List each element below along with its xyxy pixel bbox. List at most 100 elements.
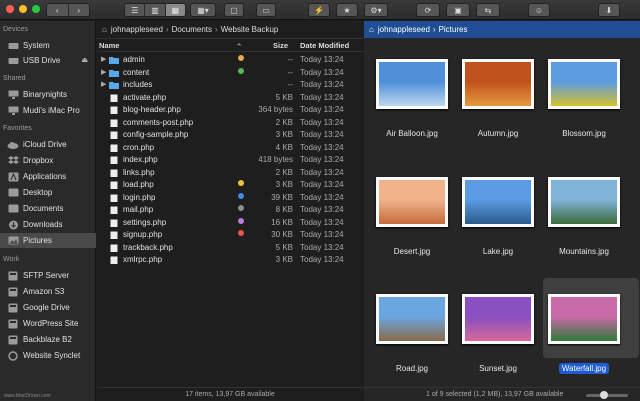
image-thumbnail[interactable] [548,177,620,233]
image-thumbnail[interactable] [462,177,534,233]
sidebar-item-amazon-s3[interactable]: Amazon S3 [0,284,96,299]
image-label[interactable]: Desert.jpg [362,247,462,256]
column-date-header[interactable]: Date Modified [300,41,349,50]
favorite-button[interactable]: ★ [336,3,358,17]
terminal-button[interactable]: ▣ [446,3,470,17]
sidebar-item-backblaze-b2[interactable]: Backblaze B2 [0,332,96,347]
sidebar-item-label: Documents [23,204,64,213]
column-view-button[interactable]: ▥ [145,4,166,16]
zoom-window-button[interactable] [32,5,40,13]
get-info-button[interactable]: ▭ [256,3,276,17]
image-label[interactable]: Mountains.jpg [534,247,634,256]
sidebar-item-website-synclet[interactable]: Website Synclet [0,348,96,363]
sidebar-item-sftp-server[interactable]: SFTP Server [0,268,96,283]
table-row[interactable]: xmlrpc.php 3 KB Today 13:24 [97,254,363,267]
disclosure-triangle-icon[interactable]: ▶ [101,68,106,76]
sidebar-item-downloads[interactable]: Downloads [0,217,96,232]
table-row[interactable]: signup.php 30 KB Today 13:24 [97,229,363,242]
sidebar-item-pictures[interactable]: Pictures [0,233,96,248]
sidebar-item-desktop[interactable]: Desktop [0,185,96,200]
sidebar-item-system[interactable]: System [0,38,96,53]
image-thumbnail[interactable] [376,294,448,350]
sidebar-item-applications[interactable]: Applications [0,169,96,184]
sidebar-item-documents[interactable]: Documents [0,201,96,216]
image-label[interactable]: Lake.jpg [448,247,548,256]
breadcrumb-item[interactable]: Pictures [439,25,468,34]
file-size: 2 KB [275,117,293,127]
table-row[interactable]: links.php 2 KB Today 13:24 [97,167,363,180]
column-view-icon: ▥ [151,5,159,15]
quick-action-button[interactable]: ⚡ [308,3,330,17]
file-name: links.php [123,167,155,177]
table-row[interactable]: login.php 39 KB Today 13:24 [97,192,363,205]
image-label[interactable]: Air Balloon.jpg [362,129,462,138]
connect-button[interactable]: ⇆ [476,3,500,17]
sidebar-item-binarynights[interactable]: Binarynights [0,87,96,102]
sidebar-item-google-drive[interactable]: Google Drive [0,300,96,315]
forward-button[interactable]: › [68,4,89,16]
chevron-right-icon: › [432,25,436,34]
photo-preview [548,177,620,227]
breadcrumb-item[interactable]: johnappleseed [111,25,163,34]
file-name: config-sample.php [123,130,189,139]
left-file-pane[interactable]: ⌂ johnappleseed › Documents › Website Ba… [97,21,363,401]
image-thumbnail[interactable] [548,294,620,350]
breadcrumb-item[interactable]: Website Backup [221,25,279,34]
table-row[interactable]: ▶ includes -- Today 13:24 [97,79,363,92]
icon-view-button[interactable]: ▦ [165,4,185,16]
table-row[interactable]: ▶ content -- Today 13:24 [97,67,363,80]
close-window-button[interactable] [6,5,14,13]
sidebar: Devices System USB Drive ⏏ Shared Binary… [0,21,96,401]
table-row[interactable]: settings.php 16 KB Today 13:24 [97,217,363,230]
disclosure-triangle-icon[interactable]: ▶ [101,55,106,63]
eject-icon[interactable]: ⏏ [81,56,88,64]
right-icon-pane[interactable]: ⌂ johnappleseed › Pictures Air Balloon.j… [364,21,640,401]
emoji-button[interactable]: ☺ [528,3,550,17]
image-thumbnail[interactable] [462,59,534,115]
table-row[interactable]: blog-header.php 364 bytes Today 13:24 [97,104,363,117]
icon-size-slider[interactable] [586,391,628,399]
list-view-button[interactable]: ☰ [125,4,146,16]
table-row[interactable]: index.php 418 bytes Today 13:24 [97,154,363,167]
server-icon [7,319,19,329]
table-row[interactable]: cron.php 4 KB Today 13:24 [97,142,363,155]
image-label[interactable]: Sunset.jpg [448,364,548,373]
breadcrumb-item[interactable]: Documents [172,25,212,34]
image-thumbnail[interactable] [376,59,448,115]
table-row[interactable]: trackback.php 5 KB Today 13:24 [97,242,363,255]
minimize-window-button[interactable] [19,5,27,13]
table-row[interactable]: mail.php 8 KB Today 13:24 [97,204,363,217]
sidebar-item-mudis-imac-pro[interactable]: Mudi's iMac Pro [0,103,96,118]
column-name-header[interactable]: Name [99,41,119,50]
arrange-menu-button[interactable]: ▦▾ [190,3,216,17]
table-row[interactable]: ▶ admin -- Today 13:24 [97,54,363,67]
slider-knob[interactable] [600,391,608,399]
toolbar: ‹ › ☰ ▥ ▦ ▦▾ ▢ ▭ ⚡ ★ ⚙▾ ⟳ ▣ ⇆ ☺ ⬇ [0,0,640,20]
back-button[interactable]: ‹ [47,4,69,16]
column-size-header[interactable]: Size [273,41,288,50]
image-thumbnail[interactable] [462,294,534,350]
sidebar-item-dropbox[interactable]: Dropbox [0,153,96,168]
sidebar-item-icloud-drive[interactable]: iCloud Drive [0,137,96,152]
image-label[interactable]: Road.jpg [362,364,462,373]
star-icon: ★ [343,5,351,15]
sidebar-item-usb-drive[interactable]: USB Drive ⏏ [0,53,96,68]
image-label[interactable]: Waterfall.jpg [534,363,634,374]
sidebar-item-wordpress-site[interactable]: WordPress Site [0,316,96,331]
action-button[interactable]: ▢ [224,3,244,17]
download-button[interactable]: ⬇ [598,3,620,17]
table-row[interactable]: config-sample.php 3 KB Today 13:24 [97,129,363,142]
image-label[interactable]: Blossom.jpg [534,129,634,138]
breadcrumb-item[interactable]: johnappleseed [378,25,430,34]
settings-menu-button[interactable]: ⚙▾ [364,3,388,17]
table-row[interactable]: load.php 3 KB Today 13:24 [97,179,363,192]
sidebar-item-label: Amazon S3 [23,287,65,296]
sync-button[interactable]: ⟳ [416,3,440,17]
image-thumbnail[interactable] [548,59,620,115]
table-row[interactable]: comments-post.php 2 KB Today 13:24 [97,117,363,130]
sort-chevron-icon[interactable]: ⌃ [236,42,242,51]
table-row[interactable]: activate.php 5 KB Today 13:24 [97,92,363,105]
image-label[interactable]: Autumn.jpg [448,129,548,138]
disclosure-triangle-icon[interactable]: ▶ [101,80,106,88]
image-thumbnail[interactable] [376,177,448,233]
